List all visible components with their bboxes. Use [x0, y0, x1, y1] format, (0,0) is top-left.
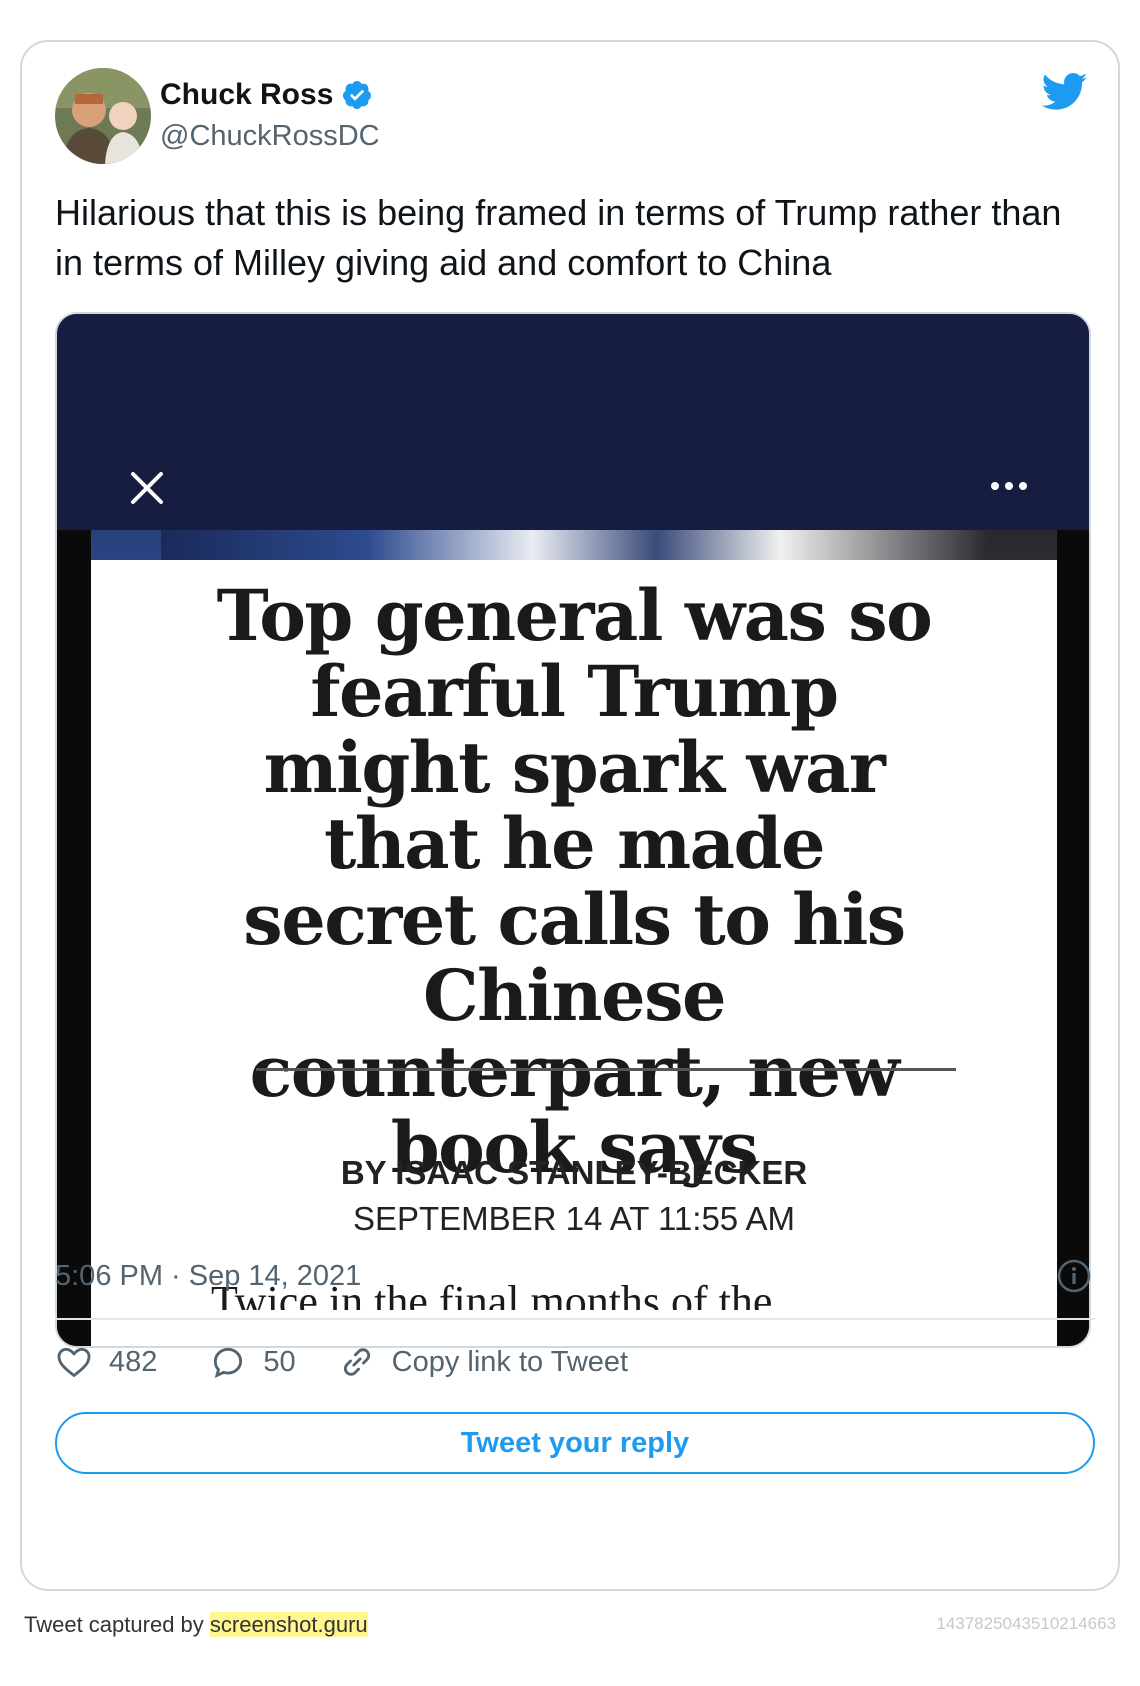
- tweet-timestamp[interactable]: 5:06 PM · Sep 14, 2021: [55, 1260, 361, 1293]
- more-icon: [991, 482, 1027, 490]
- capture-credit: Tweet captured by screenshot.guru: [24, 1612, 368, 1638]
- heart-icon: [57, 1347, 91, 1378]
- tweet-card: Chuck Ross @ChuckRossDC Hilarious that t…: [20, 40, 1120, 1591]
- action-bar: 482 50 Copy link to Tweet: [55, 1334, 628, 1390]
- tweet-id: 1437825043510214663: [936, 1614, 1116, 1633]
- reply-count-button[interactable]: 50: [209, 1343, 296, 1381]
- divider: [55, 1318, 1095, 1320]
- like-count: 482: [109, 1345, 158, 1378]
- article-headline: Top general was so fearful Trump might s…: [216, 574, 933, 1189]
- verified-badge-icon: [343, 81, 372, 109]
- close-icon: [131, 472, 163, 504]
- tweet-media-image[interactable]: Top general was so fearful Trump might s…: [55, 312, 1091, 1348]
- author-handle[interactable]: @ChuckRossDC: [160, 120, 380, 153]
- tweet-your-reply-button[interactable]: Tweet your reply: [55, 1412, 1095, 1474]
- copy-link-label: Copy link to Tweet: [391, 1345, 629, 1378]
- screenshot-guru-link[interactable]: screenshot.guru: [209, 1612, 368, 1637]
- copy-link-button[interactable]: Copy link to Tweet: [338, 1343, 628, 1381]
- article-dateline: SEPTEMBER 14 AT 11:55 AM: [352, 1200, 796, 1237]
- tweet-text: Hilarious that this is being framed in t…: [55, 192, 1062, 283]
- headline-rule: [256, 1068, 956, 1071]
- like-button[interactable]: 482: [55, 1343, 157, 1381]
- reply-icon: [214, 1347, 243, 1379]
- article-screenshot: Top general was so fearful Trump might s…: [91, 560, 1057, 1346]
- twitter-bird-icon[interactable]: [1042, 72, 1088, 112]
- reply-count: 50: [263, 1345, 296, 1378]
- avatar[interactable]: [55, 68, 151, 164]
- viewer-top-bar: [57, 314, 1089, 530]
- info-icon[interactable]: [1056, 1258, 1092, 1294]
- article-byline: BY ISAAC STANLEY-BECKER: [340, 1154, 808, 1191]
- capture-credit-prefix: Tweet captured by: [24, 1612, 210, 1637]
- link-icon: [343, 1348, 370, 1376]
- author-name[interactable]: Chuck Ross: [160, 78, 333, 112]
